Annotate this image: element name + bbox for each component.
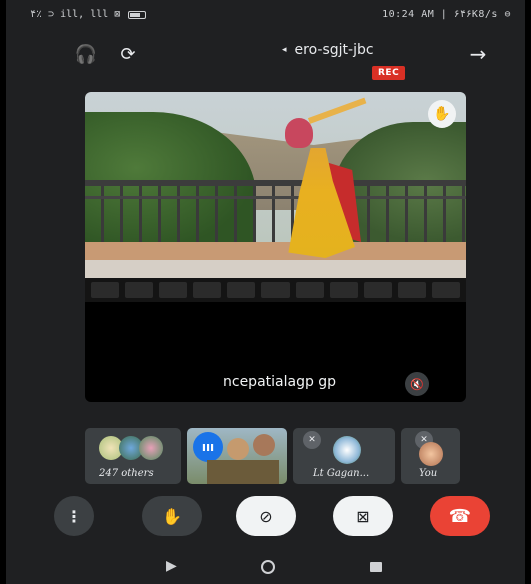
active-speaker-tile[interactable]: ııı (187, 428, 287, 484)
speaking-indicator-icon: ııı (193, 432, 223, 462)
participants-strip: 247 others ııı ✕ Lt Gagan... ✕ You (85, 428, 466, 484)
uniform-block (207, 460, 279, 484)
avatar (139, 436, 163, 460)
microphone-toggle[interactable]: ⊘ (236, 496, 296, 536)
end-call-button[interactable]: ☎ (430, 496, 490, 536)
avatar (333, 436, 361, 464)
phone-screen: ۴٪ ⊃ ill, lll ⊠ 10:24 AM | ۶۴۶K8/s ⊖ 🎧 ⟳… (6, 0, 525, 584)
video-floor (85, 242, 466, 260)
headphones-icon[interactable]: 🎧 (72, 40, 100, 68)
railing-bars (85, 186, 466, 246)
camera-toggle[interactable]: ⊠ (333, 496, 393, 536)
railing-mid (85, 196, 466, 199)
more-vert-icon: ⋮ (66, 506, 82, 526)
participant-name: ncepatialagp gp (223, 374, 337, 390)
caret-icon: ◂ (282, 45, 287, 55)
status-icons: ۴٪ ⊃ ill, lll ⊠ (30, 9, 147, 20)
dancer-head (285, 118, 313, 148)
system-nav-bar: ▶ (6, 552, 525, 584)
meeting-code: ero-sgjt-jbc (294, 42, 374, 58)
call-controls: ⋮ ✋ ⊘ ⊠ ☎ (6, 494, 525, 538)
battery-icon (128, 10, 147, 19)
self-tile[interactable]: ✕ You (401, 428, 460, 484)
self-label: You (419, 468, 438, 479)
participant-tile[interactable]: ✕ Lt Gagan... (293, 428, 395, 484)
avatar (227, 438, 249, 460)
others-tile[interactable]: 247 others (85, 428, 181, 484)
nav-home-icon[interactable] (261, 560, 275, 574)
participant-label: Lt Gagan... (313, 468, 370, 479)
camera-off-icon: ⊠ (356, 506, 370, 526)
raised-hand-icon: ✋ (428, 100, 456, 128)
recording-badge: REC (372, 66, 406, 80)
status-left-text: ۴٪ ⊃ ill, lll ⊠ (30, 9, 121, 20)
call-header: 🎧 ⟳ ◂ ero-sgjt-jbc → REC (6, 30, 525, 82)
video-feed: ✋ (85, 92, 466, 278)
mic-off-icon: ✕ (303, 431, 321, 449)
meeting-code-button[interactable]: ◂ ero-sgjt-jbc (282, 42, 374, 58)
main-video-tile[interactable]: ✋ ncepatialagp gp 🔇 (85, 92, 466, 402)
status-bar: ۴٪ ⊃ ill, lll ⊠ 10:24 AM | ۶۴۶K8/s ⊖ (6, 0, 525, 30)
mic-off-icon: ⊘ (259, 506, 273, 526)
hand-icon: ✋ (162, 506, 182, 526)
status-time: 10:24 AM | ۶۴۶K8/s ⊖ (382, 9, 511, 20)
nav-recents-icon[interactable] (370, 562, 382, 572)
back-arrow-icon[interactable]: → (464, 40, 492, 68)
more-options-button[interactable]: ⋮ (54, 496, 94, 536)
video-filmstrip (85, 278, 466, 302)
tile-name-row: ncepatialagp gp 🔇 (85, 372, 466, 396)
avatar (419, 442, 443, 466)
avatar (253, 434, 275, 456)
video-floor-tiles (85, 260, 466, 278)
others-count-label: 247 others (99, 468, 154, 479)
switch-camera-icon[interactable]: ⟳ (114, 40, 142, 68)
end-call-icon: ☎ (448, 505, 472, 527)
raise-hand-button[interactable]: ✋ (142, 496, 202, 536)
mic-off-icon: 🔇 (405, 372, 429, 396)
nav-back-icon[interactable]: ▶ (166, 558, 177, 574)
